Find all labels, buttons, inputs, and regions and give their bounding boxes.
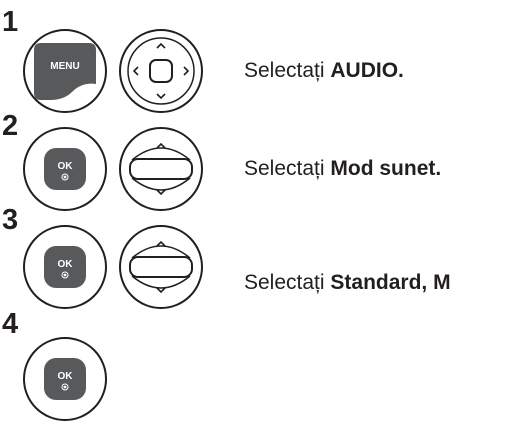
step-1-text: Selectați (244, 59, 331, 82)
step-number-4: 4 (2, 308, 19, 340)
ok-button[interactable]: OK (20, 124, 110, 214)
menu-button[interactable]: MENU (20, 26, 110, 116)
navigation-up-down-icon (116, 222, 206, 312)
ok-button[interactable]: OK (20, 334, 110, 424)
step-3-instruction: Selectați Standard, M (244, 272, 451, 293)
step-number-3: 3 (2, 204, 19, 236)
navigation-four-way-icon (116, 26, 206, 116)
svg-text:OK: OK (58, 161, 74, 172)
step-1-instruction: Selectați AUDIO. (244, 60, 404, 81)
step-number-1: 1 (2, 6, 19, 38)
svg-text:OK: OK (58, 259, 74, 270)
step-3-text: Selectați (244, 271, 331, 294)
step-2-text: Selectați (244, 157, 331, 180)
step-number-2: 2 (2, 110, 19, 142)
svg-text:OK: OK (58, 371, 74, 382)
ok-button[interactable]: OK (20, 222, 110, 312)
svg-text:MENU: MENU (50, 61, 79, 72)
step-2-instruction: Selectați Mod sunet. (244, 158, 441, 179)
step-3-target: Standard, M (330, 271, 451, 294)
step-1-target: AUDIO. (330, 59, 404, 82)
navigation-up-down-icon (116, 124, 206, 214)
step-2-target: Mod sunet. (330, 157, 442, 180)
